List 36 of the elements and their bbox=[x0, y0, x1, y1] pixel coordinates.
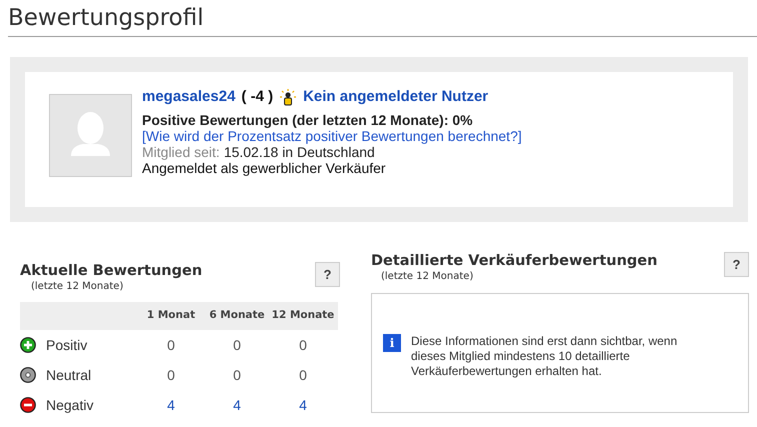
dot-circle-icon bbox=[20, 367, 36, 383]
positive-rate-text: Positive Bewertungen (der letzten 12 Monate): 0% bbox=[142, 112, 474, 128]
rating-count: 0 bbox=[232, 366, 242, 384]
section-subtitle: (letzte 12 Monate) bbox=[31, 280, 124, 294]
rating-count: 0 bbox=[298, 336, 308, 354]
rating-count: 0 bbox=[298, 366, 308, 384]
section-title: Aktuelle Bewertungen bbox=[20, 262, 202, 280]
rating-label: Neutral bbox=[46, 366, 92, 384]
rating-count: 0 bbox=[232, 336, 242, 354]
plus-circle-icon bbox=[20, 337, 36, 353]
minus-circle-icon bbox=[20, 397, 36, 413]
person-icon bbox=[279, 88, 298, 106]
info-message: Diese Informationen sind erst dann sichtbar, wenn dieses Mitglied mindestens 10 detaillierte Verkäuferbewertungen erhalten hat. bbox=[411, 334, 678, 379]
status-link[interactable]: Kein angemeldeter Nutzer bbox=[303, 86, 488, 108]
help-button[interactable]: ? bbox=[724, 252, 749, 277]
column-header: 6 Monate bbox=[208, 308, 266, 324]
help-button[interactable]: ? bbox=[315, 262, 340, 287]
info-icon: i bbox=[383, 334, 401, 352]
rating-count-link[interactable]: 4 bbox=[270, 394, 336, 416]
column-header: 12 Monate bbox=[270, 308, 336, 324]
rating-label: Positiv bbox=[46, 336, 88, 354]
username-link[interactable]: megasales24 bbox=[142, 86, 236, 108]
member-since-value: 15.02.18 in Deutschland bbox=[224, 144, 375, 160]
rating-label: Negativ bbox=[46, 396, 94, 415]
page-title: Bewertungsprofil bbox=[8, 2, 757, 37]
rating-count: 0 bbox=[166, 336, 176, 354]
section-title: Detaillierte Verkäuferbewertungen bbox=[371, 252, 658, 270]
feedback-score: ( -4 ) bbox=[241, 87, 274, 107]
rating-count-link[interactable]: 4 bbox=[204, 394, 270, 416]
help-link[interactable]: [Wie wird der Prozentsatz positiver Bewertungen berechnet?] bbox=[142, 128, 522, 144]
section-subtitle: (letzte 12 Monate) bbox=[381, 270, 474, 284]
column-header: 1 Monat bbox=[146, 308, 196, 324]
member-since-label: Mitglied seit: bbox=[142, 144, 220, 160]
rating-count: 0 bbox=[166, 366, 176, 384]
seller-type-text: Angemeldet als gewerblicher Verkäufer bbox=[142, 160, 387, 176]
rating-count-link[interactable]: 4 bbox=[138, 394, 204, 416]
